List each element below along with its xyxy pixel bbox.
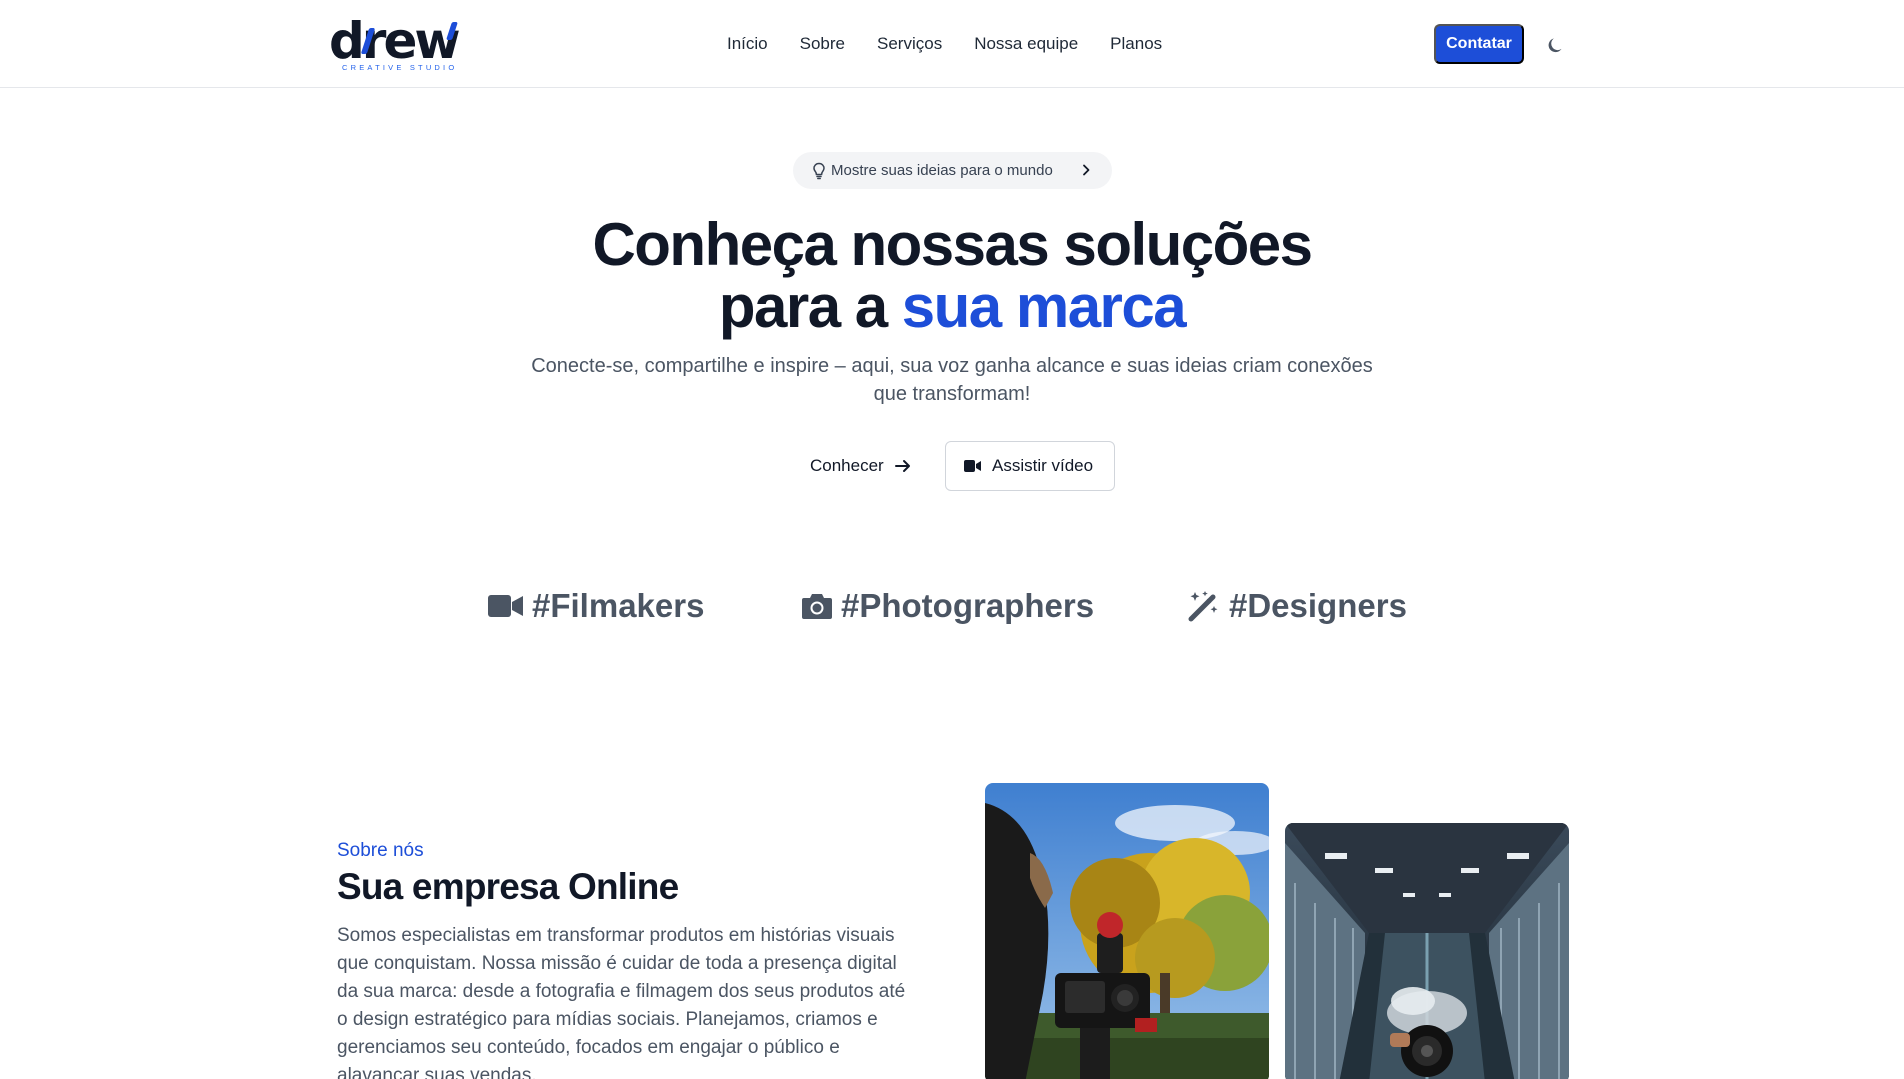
about-kicker: Sobre nós — [337, 840, 424, 861]
tag-photographers: #Photographers — [801, 584, 1094, 628]
hero-subtitle: Conecte-se, compartilhe e inspire – aqui… — [531, 355, 1373, 405]
tag-label: #Filmakers — [532, 587, 705, 624]
tag-label: #Designers — [1229, 587, 1407, 624]
about-text: Somos especialistas em transformar produ… — [337, 925, 906, 1079]
about-title: Sua empresa Online — [337, 866, 679, 907]
logo-wordmark: drew — [329, 12, 461, 70]
conhecer-label: Conhecer — [810, 456, 884, 475]
tag-label: #Photographers — [841, 587, 1095, 624]
arrow-right-icon — [894, 460, 910, 472]
announcement-text: Mostre suas ideias para o mundo — [831, 162, 1053, 179]
nav-item-planos[interactable]: Planos — [1110, 32, 1162, 56]
nav-item-servicos[interactable]: Serviços — [877, 32, 942, 56]
lightbulb-icon — [811, 162, 827, 180]
moon-icon[interactable] — [1544, 32, 1568, 56]
conhecer-button[interactable]: Conhecer — [798, 441, 918, 491]
tag-designers: #Designers — [1187, 584, 1407, 628]
hero-title-line1: Conheça nossas soluções — [592, 211, 1313, 278]
watch-video-label: Assistir vídeo — [992, 456, 1094, 475]
tag-filmakers: #Filmakers — [488, 584, 704, 628]
video-camera-icon — [488, 595, 523, 617]
hero-title-line2-prefix: para a — [718, 273, 902, 340]
nav-item-nossa-equipe[interactable]: Nossa equipe — [974, 32, 1078, 56]
chevron-right-icon — [1079, 163, 1093, 177]
watch-video-button[interactable]: Assistir vídeo — [945, 441, 1115, 491]
filmmaker-photo — [985, 783, 1269, 1079]
photographer-photo — [1285, 823, 1569, 1079]
main-nav: Início Sobre Serviços Nossa equipe Plano… — [727, 32, 1194, 56]
magic-wand-icon — [1188, 591, 1218, 622]
site-header: drew CREATIVE STUDIO Início Sobre Serviç… — [0, 0, 1904, 88]
video-camera-icon — [964, 460, 981, 472]
camera-icon — [802, 594, 832, 619]
hero-title-accent: sua marca — [901, 273, 1187, 340]
announcement-pill[interactable]: Mostre suas ideias para o mundo — [793, 152, 1112, 189]
nav-item-inicio[interactable]: Início — [727, 32, 768, 56]
logo[interactable]: drew CREATIVE STUDIO — [329, 12, 461, 72]
nav-item-sobre[interactable]: Sobre — [800, 32, 845, 56]
hero-title: Conheça nossas soluções para a sua marca — [452, 214, 1452, 338]
contact-button[interactable]: Contatar — [1434, 24, 1524, 64]
logo-tagline: CREATIVE STUDIO — [342, 63, 458, 72]
tag-strip: #Filmakers #Photographers #Designers — [0, 584, 1904, 628]
